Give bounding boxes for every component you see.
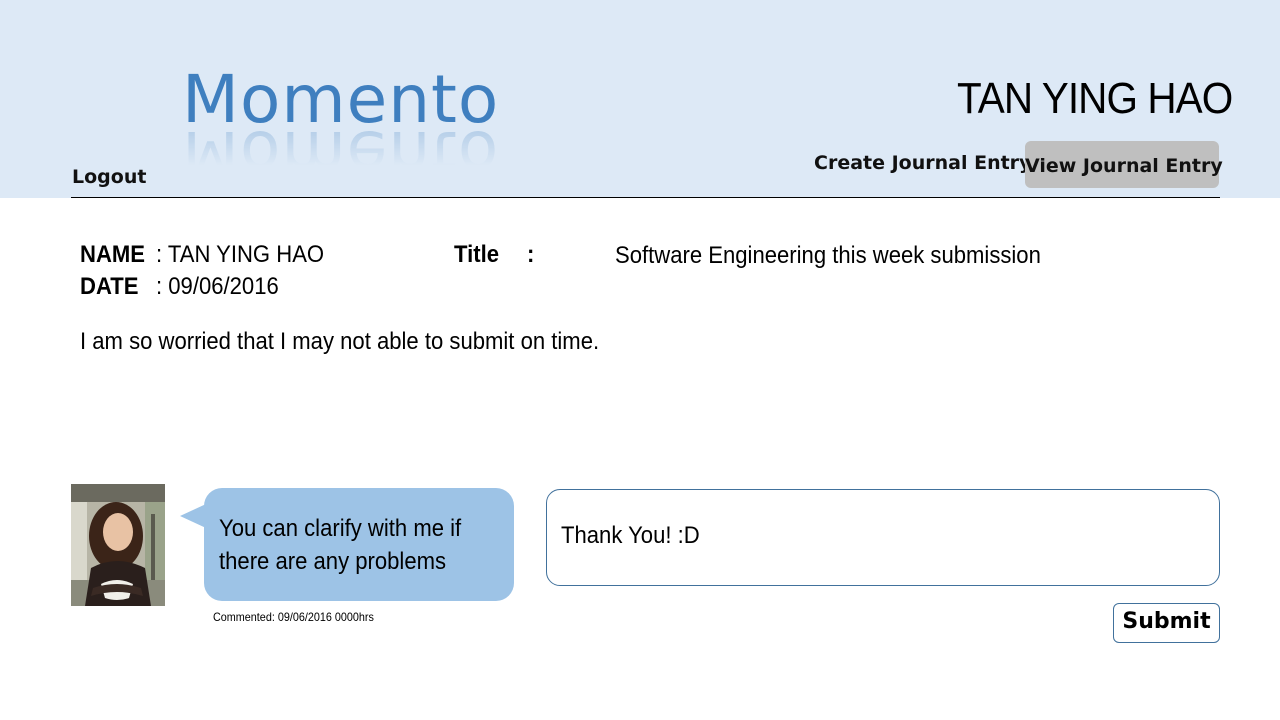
name-label: NAME xyxy=(80,241,146,268)
submit-button[interactable]: Submit xyxy=(1113,603,1220,643)
nav-create-journal-entry[interactable]: Create Journal Entry xyxy=(814,152,1031,174)
logo-text: Momento xyxy=(182,61,500,138)
date-value: : 09/06/2016 xyxy=(156,273,279,300)
title-colon: : xyxy=(527,241,535,268)
title-value: Software Engineering this week submissio… xyxy=(615,242,1041,269)
logout-link[interactable]: Logout xyxy=(72,166,146,188)
reply-input-value: Thank You! :D xyxy=(561,522,700,549)
journal-body: I am so worried that I may not able to s… xyxy=(80,328,600,355)
nav-view-journal-entry[interactable]: View Journal Entry xyxy=(1025,141,1223,188)
comment-timestamp: Commented: 09/06/2016 0000hrs xyxy=(213,610,374,624)
date-label: DATE xyxy=(80,273,139,300)
title-label: Title xyxy=(454,241,499,268)
user-name: TAN YING HAO xyxy=(956,74,1233,123)
comment-text: You can clarify with me if there are any… xyxy=(219,515,462,575)
header-bar: Momento Momento TAN YING HAO Logout Crea… xyxy=(0,0,1280,198)
avatar-photo-icon xyxy=(71,484,165,606)
speech-bubble-tail xyxy=(180,504,206,528)
app-logo: Momento Momento xyxy=(182,61,502,194)
name-value: : TAN YING HAO xyxy=(156,241,325,268)
reply-input[interactable]: Thank You! :D xyxy=(546,489,1220,586)
commenter-avatar xyxy=(71,484,165,606)
header-divider xyxy=(71,197,1220,198)
